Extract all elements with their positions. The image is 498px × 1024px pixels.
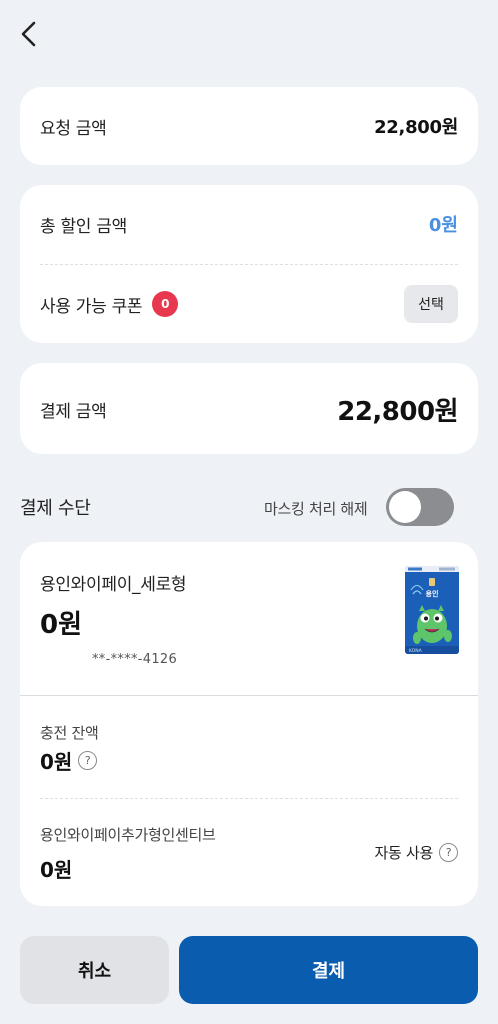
mask-toggle-label: 마스킹 처리 해제 [264,500,368,518]
charge-balance-value: 0원 [40,750,73,774]
help-icon[interactable]: ? [439,843,458,862]
incentive-amount-row: 0원 [40,854,72,883]
charge-balance-row: 0원 ? [40,746,98,775]
payment-screen: 요청 금액 22,800원 총 할인 금액 0원 사용 가능 쿠폰 0 선택 결… [0,0,498,1024]
incentive-amount-value: 0원 [40,858,73,882]
payment-amount-label: 결제 금액 [40,402,107,422]
back-button[interactable] [12,18,44,50]
card-divider [20,695,478,696]
payment-method-card[interactable]: 용인와이페이_세로형 0원 **-****-4126 용인 KONA 충전 잔액… [20,542,478,906]
cancel-button[interactable]: 취소 [20,936,169,1004]
svg-text:용인: 용인 [426,589,439,598]
coupon-count-badge: 0 [152,291,179,317]
pay-card-name: 용인와이페이_세로형 [40,575,187,595]
request-amount-value: 22,800원 [374,117,458,138]
discount-card: 총 할인 금액 0원 사용 가능 쿠폰 0 선택 [20,185,478,343]
pay-card-balance: 0원 [40,610,83,640]
total-discount-label: 총 할인 금액 [40,216,127,237]
request-amount-label: 요청 금액 [40,118,107,139]
auto-use-label: 자동 사용 [374,844,434,862]
pay-button[interactable]: 결제 [179,936,478,1004]
dashed-divider [40,798,458,799]
payment-amount-value: 22,800원 [337,397,458,427]
svg-text:KONA: KONA [409,648,423,654]
toggle-knob [389,491,421,523]
coupon-select-button[interactable]: 선택 [404,285,458,323]
mask-toggle[interactable] [386,488,454,526]
pay-card-number: **-****-4126 [92,652,178,667]
available-coupon-label: 사용 가능 쿠폰 [40,296,143,317]
request-amount-card: 요청 금액 22,800원 [20,87,478,165]
total-discount-value: 0원 [428,215,458,236]
charge-balance-label: 충전 잔액 [40,724,99,742]
auto-use-row: 자동 사용 ? [375,842,458,863]
dashed-divider [40,264,458,265]
payment-amount-card: 결제 금액 22,800원 [20,363,478,454]
payment-method-title: 결제 수단 [20,498,91,519]
help-icon[interactable]: ? [78,751,98,770]
chevron-left-icon [21,21,36,47]
coupon-row: 사용 가능 쿠폰 0 [40,291,179,317]
yongin-pay-card-image: 용인 KONA [405,566,459,654]
incentive-label: 용인와이페이추가형인센티브 [40,826,216,844]
